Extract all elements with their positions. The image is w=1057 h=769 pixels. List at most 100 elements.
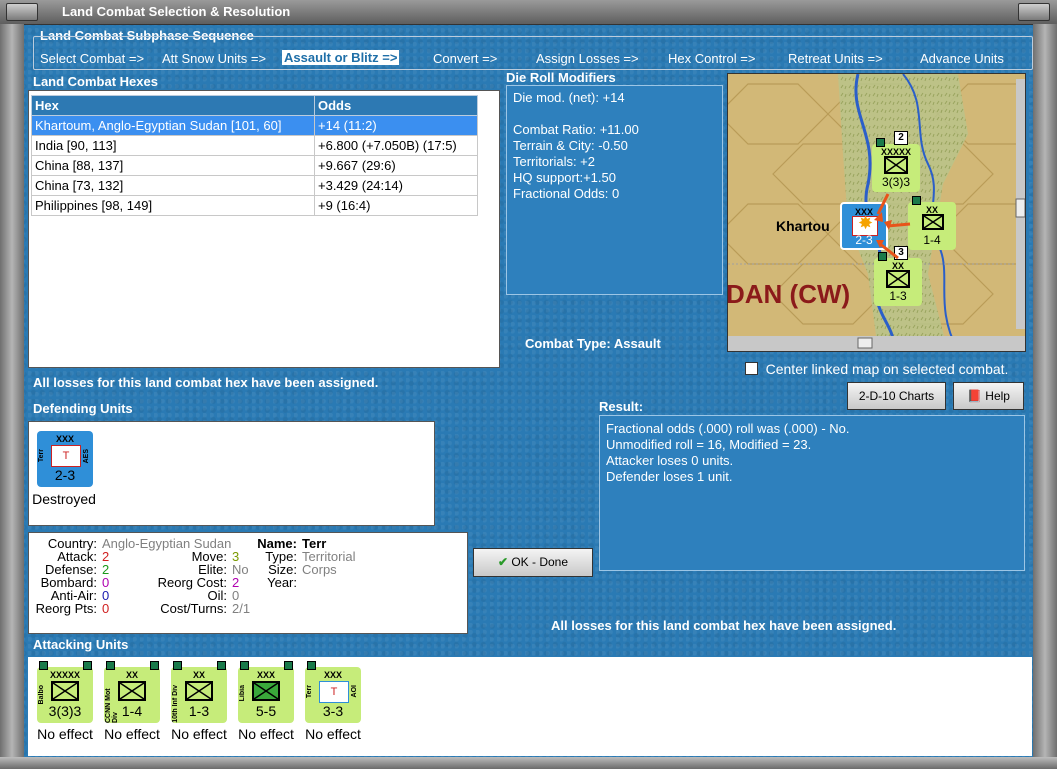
stack-count: 2: [894, 131, 908, 145]
infantry-symbol: [51, 681, 79, 701]
stat-label: Cost/Turns:: [160, 601, 227, 616]
odds-cell: +3.429 (24:14): [314, 175, 478, 196]
attacker-status: No effect: [37, 726, 93, 742]
unit-info-panel: Country: Anglo-Egyptian Sudan Attack: 2 …: [28, 532, 468, 634]
infantry-symbol: [886, 270, 910, 288]
center-map-checkbox[interactable]: [745, 362, 758, 376]
motorized-symbol: [922, 214, 944, 230]
result-line: Fractional odds (.000) roll was (.000) -…: [606, 421, 850, 436]
counter-strength: 2-3: [855, 233, 873, 247]
modifier-line: Terrain & City: -0.50: [513, 138, 628, 153]
title-bar: Land Combat Selection & Resolution: [0, 0, 1057, 25]
table-row[interactable]: Khartoum, Anglo-Egyptian Sudan [101, 60]…: [31, 115, 478, 136]
counter-side-label: AOI: [351, 685, 358, 698]
infantry-symbol: [185, 681, 213, 701]
col-hex[interactable]: Hex: [31, 95, 315, 116]
subphase-step: Advance Units: [920, 51, 1004, 66]
subphase-step: Att Snow Units =>: [162, 51, 267, 66]
territorial-symbol: T: [51, 445, 81, 467]
counter-side-label: Balbo: [38, 685, 45, 705]
counter-strength: 3-3: [322, 703, 344, 719]
modifier-line: Fractional Odds: 0: [513, 186, 620, 201]
checkmark-icon: ✔: [497, 555, 508, 569]
attacking-units-panel: XXXXX Balbo 3(3)3 No effect XX CCNN Mot …: [28, 657, 1032, 756]
counter-strength: 1-3: [889, 289, 907, 303]
hex-cell: Khartoum, Anglo-Egyptian Sudan [101, 60]: [31, 115, 315, 136]
attacking-heading: Attacking Units: [33, 637, 129, 652]
subphase-step-active: Assault or Blitz =>: [282, 50, 400, 65]
hexes-list[interactable]: Hex Odds Khartoum, Anglo-Egyptian Sudan …: [28, 90, 500, 368]
defender-status: Destroyed: [32, 491, 96, 507]
attacker-status: No effect: [238, 726, 294, 742]
attacker-status: No effect: [305, 726, 361, 742]
counter-size: XXXXX: [49, 670, 80, 680]
counter-strength: 1-4: [923, 233, 941, 247]
combat-type-value: Assault: [613, 336, 661, 351]
size-value: Corps: [302, 562, 337, 577]
table-row[interactable]: Philippines [98, 149] +9 (16:4): [31, 195, 478, 216]
result-panel: Fractional odds (.000) roll was (.000) -…: [599, 415, 1025, 571]
counter-pip: [173, 661, 182, 670]
counter-pip: [217, 661, 226, 670]
attacker-counter[interactable]: XX 10th Inf Div 1-3: [171, 661, 227, 723]
map-region-label: DAN (CW): [727, 279, 851, 309]
map-counter[interactable]: XX 1-4: [908, 196, 956, 250]
col-odds[interactable]: Odds: [314, 95, 478, 116]
attacker-counter[interactable]: XXXXX Balbo 3(3)3: [37, 661, 93, 723]
counter-pip: [150, 661, 159, 670]
hex-cell: Philippines [98, 149]: [31, 195, 315, 216]
counter-strength: 2-3: [54, 467, 76, 483]
counter-pip: [39, 661, 48, 670]
table-row[interactable]: India [90, 113] +6.800 (+7.050B) (17:5): [31, 135, 478, 156]
table-row[interactable]: China [88, 137] +9.667 (29:6): [31, 155, 478, 176]
odds-cell: +6.800 (+7.050B) (17:5): [314, 135, 478, 156]
attacker-status: No effect: [104, 726, 160, 742]
charts-button[interactable]: 2-D-10 Charts: [847, 382, 946, 410]
left-frame: [0, 24, 24, 769]
counter-pip: [912, 196, 921, 205]
counter-pip: [83, 661, 92, 670]
table-row[interactable]: China [73, 132] +3.429 (24:14): [31, 175, 478, 196]
result-line: Attacker loses 0 units.: [606, 453, 734, 468]
map-counter[interactable]: XXXXX 3(3)3 2: [872, 131, 920, 192]
modifier-line: Die mod. (net): +14: [513, 90, 625, 105]
counter-size: XXX: [256, 670, 275, 680]
center-map-option[interactable]: Center linked map on selected combat.: [745, 360, 1008, 377]
stack-count: 3: [894, 246, 908, 260]
attacker-counter[interactable]: XXX Libia 5-5: [238, 661, 294, 723]
ok-done-label: OK - Done: [511, 555, 569, 569]
attacker-counter[interactable]: XX CCNN Mot Div 1-4: [104, 661, 160, 723]
attacker-counter[interactable]: XXX T Terr AOI 3-3: [305, 661, 361, 723]
result-heading: Result:: [599, 399, 644, 414]
combat-burst-icon: ✸: [858, 213, 874, 233]
subphase-sequence: Select Combat => Att Snow Units => Assau…: [33, 36, 1033, 70]
counter-strength: 1-3: [188, 703, 210, 719]
hex-cell: India [90, 113]: [31, 135, 315, 156]
counter-size: XX: [125, 670, 138, 680]
counter-size: XXX: [55, 434, 74, 444]
attacker-status: No effect: [171, 726, 227, 742]
modifiers-panel: Die mod. (net): +14 Combat Ratio: +11.00…: [506, 85, 723, 295]
combat-type-label: Combat Type:: [525, 336, 611, 351]
counter-strength: 3(3)3: [881, 175, 910, 189]
window-menu-button[interactable]: [6, 3, 38, 21]
mini-map[interactable]: Khartou DAN (CW) XXXXX 3(3)3 2 XX 1-4 XX…: [727, 73, 1026, 352]
counter-strength: 5-5: [255, 703, 277, 719]
motorized-symbol: [118, 681, 146, 701]
territorial-symbol: T: [319, 681, 349, 703]
help-button[interactable]: 📕 Help: [953, 382, 1024, 410]
odds-cell: +14 (11:2): [314, 115, 478, 136]
defending-units-panel: XXX T Terr AES 2-3 Destroyed: [28, 421, 435, 526]
counter-side-label: AES: [83, 449, 90, 464]
costturns-value: 2/1: [232, 601, 251, 616]
subphase-step: Convert =>: [433, 51, 498, 66]
map-defender-counter[interactable]: XXX ✸ 2-3: [840, 202, 888, 250]
ok-done-button[interactable]: ✔ OK - Done: [473, 548, 593, 577]
counter-strength: 1-4: [121, 703, 143, 719]
close-button[interactable]: [1018, 3, 1050, 21]
map-counter[interactable]: XX 1-3 3: [874, 246, 922, 306]
odds-cell: +9.667 (29:6): [314, 155, 478, 176]
modifier-line: Combat Ratio: +11.00: [513, 122, 639, 137]
defender-counter[interactable]: XXX T Terr AES 2-3: [37, 431, 93, 487]
counter-side-label: Libia: [239, 685, 246, 702]
